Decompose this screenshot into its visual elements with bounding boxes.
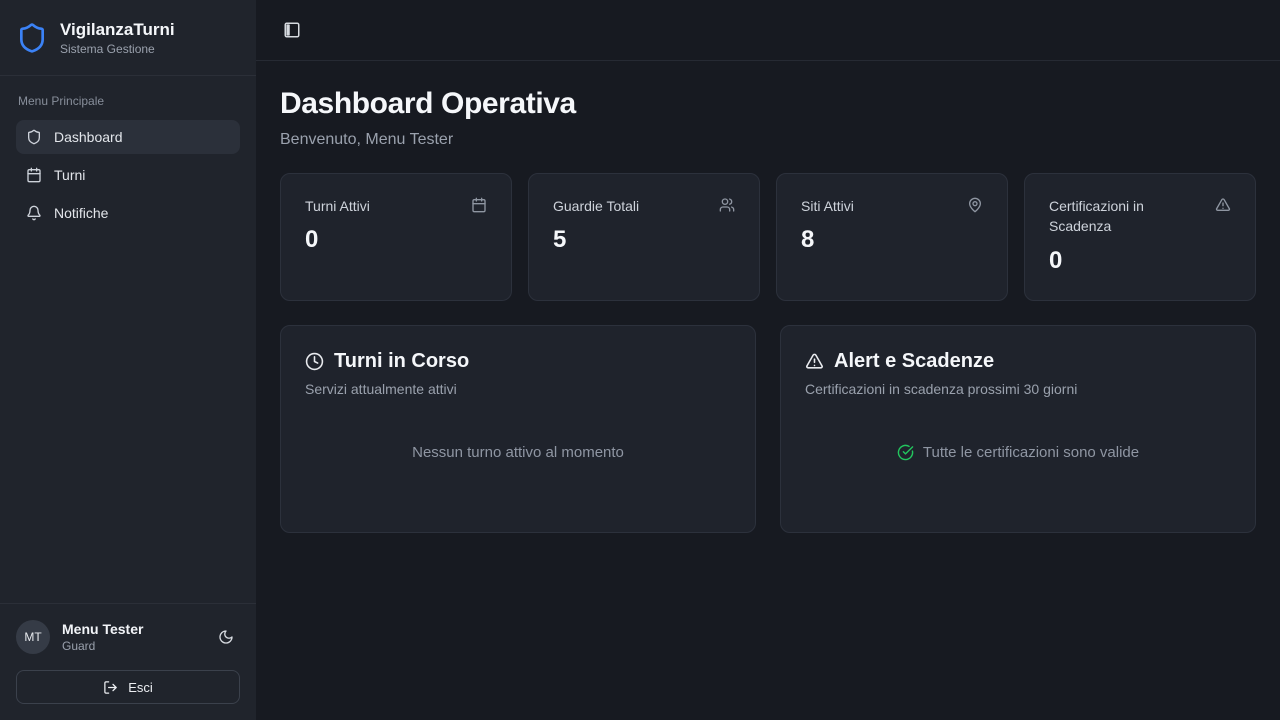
logout-label: Esci	[128, 680, 153, 695]
panel-alert-scadenze: Alert e Scadenze Certificazioni in scade…	[780, 325, 1256, 533]
alert-triangle-icon	[1215, 197, 1231, 213]
sidebar: VigilanzaTurni Sistema Gestione Menu Pri…	[0, 0, 256, 720]
shield-icon	[26, 129, 42, 145]
sidebar-nav: Menu Principale Dashboard Turni	[0, 76, 256, 248]
sidebar-item-label: Turni	[54, 167, 85, 183]
user-name: Menu Tester	[62, 621, 200, 637]
theme-toggle-button[interactable]	[212, 623, 240, 651]
stat-card-siti-attivi: Siti Attivi 8	[776, 173, 1008, 301]
stat-value: 5	[553, 226, 735, 254]
users-icon	[719, 197, 735, 213]
panels-grid: Turni in Corso Servizi attualmente attiv…	[280, 325, 1256, 533]
app-brand: VigilanzaTurni Sistema Gestione	[0, 0, 256, 76]
stat-card-guardie-totali: Guardie Totali 5	[528, 173, 760, 301]
stat-label: Guardie Totali	[553, 196, 639, 216]
stat-card-certificazioni: Certificazioni in Scadenza 0	[1024, 173, 1256, 301]
app-subtitle: Sistema Gestione	[60, 42, 175, 56]
alert-triangle-icon	[805, 352, 824, 371]
panel-subtitle: Certificazioni in scadenza prossimi 30 g…	[805, 381, 1231, 397]
user-role: Guard	[62, 639, 200, 653]
panel-title: Turni in Corso	[334, 350, 469, 373]
stats-grid: Turni Attivi 0 Guardie Totali	[280, 173, 1256, 301]
page-title: Dashboard Operativa	[280, 87, 1256, 121]
topbar	[256, 0, 1280, 61]
stat-label: Turni Attivi	[305, 196, 370, 216]
sidebar-toggle-button[interactable]	[278, 16, 306, 44]
check-circle-icon	[897, 444, 914, 461]
main-area: Dashboard Operativa Benvenuto, Menu Test…	[256, 0, 1280, 720]
sidebar-item-turni[interactable]: Turni	[16, 158, 240, 192]
panel-left-icon	[283, 21, 301, 39]
logout-icon	[103, 680, 118, 695]
sidebar-item-notifiche[interactable]: Notifiche	[16, 196, 240, 230]
avatar: MT	[16, 620, 50, 654]
stat-value: 0	[305, 226, 487, 254]
empty-shifts-message: Nessun turno attivo al momento	[412, 444, 624, 461]
sidebar-item-dashboard[interactable]: Dashboard	[16, 120, 240, 154]
calendar-icon	[471, 197, 487, 213]
map-pin-icon	[967, 197, 983, 213]
nav-section-label: Menu Principale	[18, 94, 240, 108]
logout-button[interactable]: Esci	[16, 670, 240, 704]
stat-label: Siti Attivi	[801, 196, 854, 216]
shield-logo-icon	[16, 22, 48, 54]
stat-card-turni-attivi: Turni Attivi 0	[280, 173, 512, 301]
page-content: Dashboard Operativa Benvenuto, Menu Test…	[256, 61, 1280, 720]
stat-value: 8	[801, 226, 983, 254]
panel-turni-in-corso: Turni in Corso Servizi attualmente attiv…	[280, 325, 756, 533]
sidebar-item-label: Dashboard	[54, 129, 123, 145]
sidebar-item-label: Notifiche	[54, 205, 108, 221]
app-title: VigilanzaTurni	[60, 19, 175, 40]
panel-title: Alert e Scadenze	[834, 350, 994, 373]
moon-icon	[218, 629, 234, 645]
stat-value: 0	[1049, 247, 1231, 275]
page-subtitle: Benvenuto, Menu Tester	[280, 131, 1256, 149]
stat-label: Certificazioni in Scadenza	[1049, 196, 1203, 237]
panel-subtitle: Servizi attualmente attivi	[305, 381, 731, 397]
clock-icon	[305, 352, 324, 371]
sidebar-footer: MT Menu Tester Guard E	[0, 603, 256, 720]
certifications-valid-message: Tutte le certificazioni sono valide	[923, 444, 1139, 461]
bell-icon	[26, 205, 42, 221]
user-row: MT Menu Tester Guard	[16, 620, 240, 654]
calendar-icon	[26, 167, 42, 183]
